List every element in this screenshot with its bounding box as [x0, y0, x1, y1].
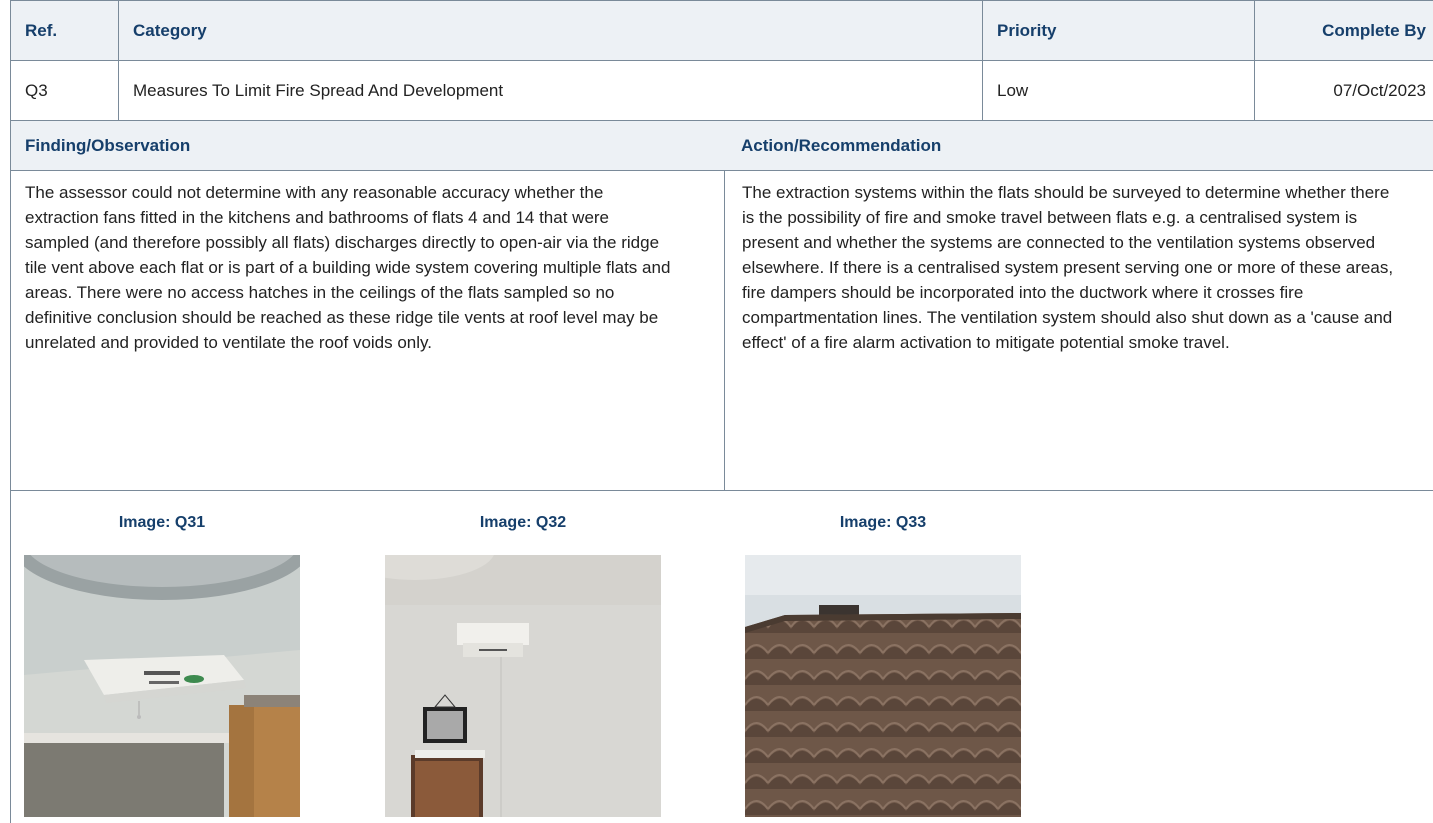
- image-caption-q31: Image: Q31: [118, 514, 206, 531]
- action-text: The extraction systems within the flats …: [742, 183, 1394, 352]
- image-caption-q33: Image: Q33: [839, 514, 927, 531]
- action-heading: Action/Recommendation: [741, 135, 942, 155]
- photo-q31: [24, 555, 300, 817]
- item-category: Measures To Limit Fire Spread And Develo…: [118, 61, 982, 120]
- finding-cell: The assessor could not determine with an…: [11, 171, 724, 490]
- photo-q33: [745, 555, 1021, 817]
- text-row: The assessor could not determine with an…: [11, 171, 1433, 491]
- finding-heading: Finding/Observation: [25, 135, 191, 155]
- header-priority: Priority: [982, 1, 1254, 60]
- photo-q32: [385, 555, 661, 817]
- header-complete-by: Complete By: [1254, 1, 1433, 60]
- table-header-row: Ref. Category Priority Complete By: [11, 0, 1433, 61]
- action-cell: The extraction systems within the flats …: [724, 171, 1433, 490]
- header-ref: Ref.: [25, 20, 58, 40]
- item-complete-by: 07/Oct/2023: [1254, 61, 1433, 120]
- finding-text: The assessor could not determine with an…: [25, 183, 671, 352]
- header-category: Category: [118, 1, 982, 60]
- item-ref: Q3: [25, 80, 48, 100]
- item-priority: Low: [982, 61, 1254, 120]
- fire-risk-action-table: Ref. Category Priority Complete By Q3 Me…: [10, 0, 1433, 823]
- table-row: Q3 Measures To Limit Fire Spread And Dev…: [11, 61, 1433, 121]
- section-heading-row: Finding/Observation Action/Recommendatio…: [11, 121, 1433, 171]
- image-caption-q32: Image: Q32: [479, 514, 567, 531]
